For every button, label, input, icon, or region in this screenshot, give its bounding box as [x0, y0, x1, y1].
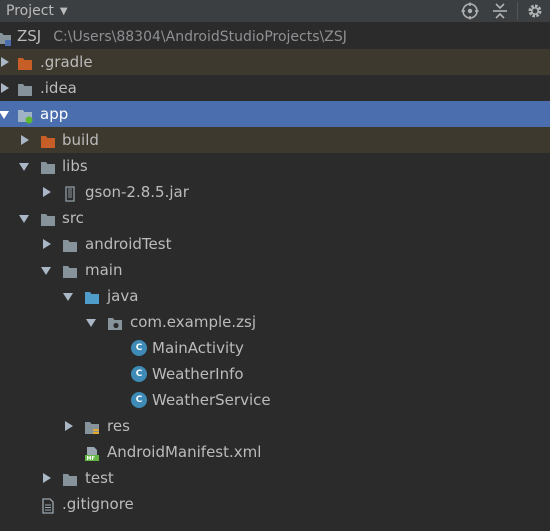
svg-text:MF: MF	[87, 456, 95, 462]
chevron-down-icon[interactable]: ▼	[60, 6, 68, 17]
tree-row-build[interactable]: build	[0, 127, 550, 153]
chevron-right-icon[interactable]	[61, 413, 75, 439]
chevron-right-icon[interactable]	[0, 75, 11, 101]
folder-icon	[40, 158, 56, 174]
tree-label: WeatherInfo	[152, 365, 244, 383]
tree-label: app	[40, 105, 69, 123]
gear-icon[interactable]	[520, 0, 550, 22]
tree-row-weatherinfo[interactable]: C WeatherInfo	[0, 361, 550, 387]
chevron-right-icon[interactable]	[17, 127, 31, 153]
tree-row-src[interactable]: src	[0, 205, 550, 231]
root-path: C:\Users\88304\AndroidStudioProjects\ZSJ	[53, 29, 347, 45]
excluded-folder-icon	[17, 54, 33, 70]
tree-row-main[interactable]: main	[0, 257, 550, 283]
chevron-right-icon[interactable]	[39, 179, 53, 205]
class-icon: C	[131, 392, 147, 408]
tree-row-res[interactable]: res	[0, 413, 550, 439]
tree-label: libs	[62, 157, 88, 175]
class-icon: C	[131, 366, 147, 382]
tree-label: .idea	[40, 79, 77, 97]
toolbar-divider	[517, 2, 518, 20]
module-folder-icon	[17, 106, 33, 124]
tree-label: res	[107, 417, 130, 435]
tree-label: test	[85, 469, 114, 487]
source-folder-icon	[84, 288, 100, 304]
folder-icon	[62, 470, 78, 486]
chevron-down-icon[interactable]	[0, 101, 11, 127]
chevron-right-icon[interactable]	[39, 231, 53, 257]
tree-label: .gitignore	[62, 495, 134, 513]
target-icon[interactable]	[455, 0, 485, 22]
tree-row-gson-jar[interactable]: gson-2.8.5.jar	[0, 179, 550, 205]
tree-row-gitignore[interactable]: .gitignore	[0, 491, 550, 517]
excluded-folder-icon	[40, 132, 56, 148]
tree-label: java	[107, 287, 139, 305]
toolbar-actions	[455, 0, 550, 22]
project-view-selector[interactable]: Project	[6, 3, 54, 19]
tree-label: AndroidManifest.xml	[107, 443, 262, 461]
tree-label: WeatherService	[152, 391, 271, 409]
tree-row-androidtest[interactable]: androidTest	[0, 231, 550, 257]
collapse-icon[interactable]	[485, 0, 515, 22]
folder-icon	[62, 236, 78, 252]
project-tree: ZSJ C:\Users\88304\AndroidStudioProjects\…	[0, 23, 550, 517]
module-folder-icon	[0, 28, 12, 46]
tree-row-root[interactable]: ZSJ C:\Users\88304\AndroidStudioProjects\…	[0, 23, 550, 49]
tree-row-java[interactable]: java	[0, 283, 550, 309]
tree-row-weatherservice[interactable]: C WeatherService	[0, 387, 550, 413]
tree-row-libs[interactable]: libs	[0, 153, 550, 179]
tree-label: .gradle	[40, 53, 93, 71]
chevron-down-icon[interactable]	[84, 309, 98, 335]
tree-row-package[interactable]: com.example.zsj	[0, 309, 550, 335]
chevron-down-icon[interactable]	[61, 283, 75, 309]
tree-row-app[interactable]: app	[0, 101, 550, 127]
folder-icon	[17, 80, 33, 96]
chevron-down-icon[interactable]	[17, 153, 31, 179]
folder-icon	[40, 210, 56, 226]
tree-row-gradle[interactable]: .gradle	[0, 49, 550, 75]
tree-label: main	[85, 261, 123, 279]
root-name: ZSJ	[17, 27, 42, 45]
text-file-icon	[40, 496, 56, 514]
tree-label: build	[62, 131, 99, 149]
folder-icon	[62, 262, 78, 278]
tree-label: MainActivity	[152, 339, 244, 357]
tree-row-test[interactable]: test	[0, 465, 550, 491]
chevron-down-icon[interactable]	[17, 205, 31, 231]
resource-folder-icon	[84, 418, 100, 434]
chevron-right-icon[interactable]	[0, 49, 11, 75]
tree-row-idea[interactable]: .idea	[0, 75, 550, 101]
chevron-down-icon[interactable]	[39, 257, 53, 283]
tree-label: src	[62, 209, 84, 227]
tree-label: gson-2.8.5.jar	[85, 183, 189, 201]
tree-label: androidTest	[85, 235, 172, 253]
tree-row-manifest[interactable]: MF AndroidManifest.xml	[0, 439, 550, 465]
package-icon	[107, 314, 123, 330]
chevron-right-icon[interactable]	[39, 465, 53, 491]
project-toolbar: Project ▼	[0, 0, 550, 23]
jar-icon	[62, 184, 78, 202]
tree-row-mainactivity[interactable]: C MainActivity	[0, 335, 550, 361]
class-icon: C	[131, 340, 147, 356]
manifest-icon: MF	[84, 444, 100, 462]
tree-label: com.example.zsj	[130, 313, 256, 331]
